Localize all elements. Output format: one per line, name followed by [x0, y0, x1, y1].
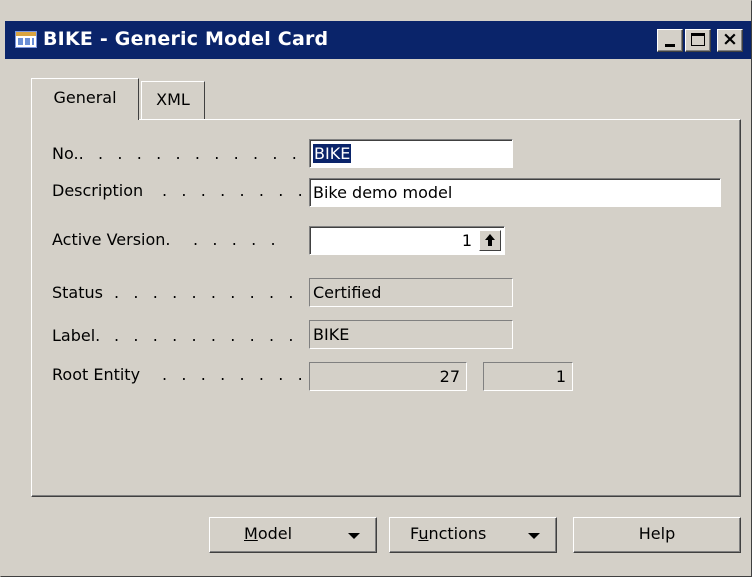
model-button-label: Model [244, 524, 293, 543]
root-entity-field-2: 1 [483, 362, 573, 391]
functions-button-label: Functions [410, 524, 487, 543]
close-icon: × [722, 28, 738, 50]
status-value: Certified [313, 283, 382, 302]
active-version-value: 1 [461, 231, 472, 250]
no-leader-dots: . . . . . . . . . . . [98, 144, 302, 163]
maximize-button[interactable] [685, 29, 711, 52]
help-button[interactable]: Help [573, 517, 741, 553]
no-label: No.. [52, 144, 84, 163]
root-entity-value-1: 27 [439, 367, 460, 386]
label-label: Label. [52, 326, 101, 345]
tab-xml[interactable]: XML [141, 81, 205, 119]
active-version-field[interactable]: 1 [309, 226, 505, 255]
active-version-label: Active Version. [52, 230, 171, 249]
description-leader-dots: . . . . . . . . [162, 181, 308, 200]
minimize-button[interactable] [657, 29, 683, 52]
label-field: BIKE [309, 320, 513, 349]
status-field: Certified [309, 278, 513, 307]
tab-xml-label: XML [156, 90, 190, 109]
description-value: Bike demo model [313, 183, 453, 202]
model-menu-button[interactable]: Model [209, 517, 377, 553]
no-value: BIKE [313, 144, 352, 163]
no-field[interactable]: BIKE [309, 139, 513, 168]
maximize-icon [691, 33, 705, 46]
table-form-icon [15, 31, 37, 48]
label-value: BIKE [313, 325, 350, 344]
status-leader-dots: . . . . . . . . . . . [114, 283, 318, 302]
minimize-icon [665, 44, 675, 47]
root-entity-field-1: 27 [309, 362, 467, 391]
window-title: BIKE - Generic Model Card [43, 28, 329, 50]
title-bar[interactable]: BIKE - Generic Model Card × [5, 21, 751, 59]
active-version-leader-dots: . . . . . [193, 230, 281, 249]
description-label: Description [52, 181, 144, 200]
tab-general[interactable]: General [31, 78, 139, 120]
chevron-down-icon [348, 533, 360, 539]
functions-menu-button[interactable]: Functions [389, 517, 557, 553]
version-spin-up-icon[interactable] [479, 230, 501, 251]
status-label: Status [52, 283, 103, 302]
generic-model-card-window: BIKE - Generic Model Card × General XML … [0, 0, 752, 577]
label-leader-dots: . . . . . . . . . . [114, 326, 299, 345]
tab-general-label: General [53, 88, 117, 107]
description-field[interactable]: Bike demo model [309, 178, 721, 207]
chevron-down-icon [528, 533, 540, 539]
root-entity-label: Root Entity [52, 365, 141, 384]
general-tab-panel: No.. . . . . . . . . . . . BIKE Descript… [31, 119, 741, 497]
root-entity-leader-dots: . . . . . . . . [162, 365, 308, 384]
close-button[interactable]: × [717, 28, 743, 52]
root-entity-value-2: 1 [555, 367, 566, 386]
